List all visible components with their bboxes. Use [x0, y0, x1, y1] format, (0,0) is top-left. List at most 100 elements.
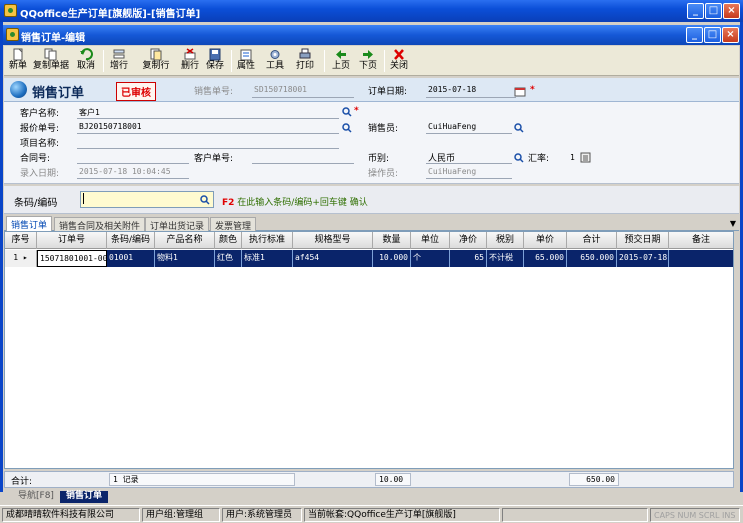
row-unit[interactable]: 个: [411, 250, 450, 267]
prev-page-button[interactable]: 上页: [330, 47, 352, 75]
search-icon[interactable]: [200, 195, 210, 205]
row-qty[interactable]: 10.000: [373, 250, 411, 267]
customer-field[interactable]: 客户1: [79, 107, 100, 118]
barcode-bar: 条码/编码 F2 在此输入条码/编码+回车键 确认: [4, 186, 739, 214]
properties-button[interactable]: 属性: [235, 47, 257, 75]
toolbar: 新单 复制单据 取消 增行 复制行 删行 保存 属性 工具 打印 上页 下页 关…: [4, 46, 739, 76]
col-order-no[interactable]: 订单号: [37, 232, 107, 249]
close-window-button[interactable]: ×: [723, 3, 740, 19]
col-color[interactable]: 颜色: [215, 232, 242, 249]
row-order-no[interactable]: 15071801001-00: [37, 250, 107, 267]
row-total[interactable]: 650.000: [567, 250, 617, 267]
barcode-hint: F2 在此输入条码/编码+回车键 确认: [222, 198, 368, 208]
tab-sales-order[interactable]: 销售订单: [6, 216, 53, 231]
calendar-icon[interactable]: [514, 86, 526, 97]
doc-close-button[interactable]: ×: [722, 27, 739, 43]
operator-value: CuiHuaFeng: [428, 167, 477, 176]
rate-label: 汇率:: [528, 154, 550, 164]
row-product[interactable]: 物料1: [155, 250, 215, 267]
operator-label: 操作员:: [368, 169, 399, 179]
col-standard[interactable]: 执行标准: [242, 232, 293, 249]
col-remark[interactable]: 备注: [669, 232, 733, 249]
delete-row-button[interactable]: 删行: [179, 47, 201, 75]
row-seq: 1 ▸: [5, 250, 37, 267]
search-icon[interactable]: [514, 153, 524, 163]
order-no-label: 销售单号:: [194, 87, 234, 97]
save-icon: [209, 48, 221, 61]
row-net-price[interactable]: 65: [450, 250, 487, 267]
arrow-right-icon: [363, 50, 373, 59]
cancel-button[interactable]: 取消: [74, 47, 98, 75]
rate-field[interactable]: 1: [570, 153, 575, 162]
close-button[interactable]: 关闭: [388, 47, 410, 75]
copy-row-button[interactable]: 复制行: [142, 47, 170, 75]
order-no-value: SD150718001: [254, 85, 307, 94]
customer-no-label: 客户单号:: [194, 154, 234, 164]
row-price[interactable]: 65.000: [524, 250, 567, 267]
search-icon[interactable]: [514, 123, 524, 133]
add-row-icon: [113, 49, 125, 59]
col-net-price[interactable]: 净价: [450, 232, 487, 249]
nav-guide-tab[interactable]: 导航[F8]: [12, 491, 60, 503]
tools-button[interactable]: 工具: [263, 47, 287, 75]
date-value[interactable]: 2015-07-18: [428, 85, 476, 94]
document-title: 销售订单-编辑: [21, 33, 86, 44]
col-tax[interactable]: 税别: [487, 232, 524, 249]
maximize-button[interactable]: □: [705, 3, 722, 19]
quote-field[interactable]: BJ20150718001: [79, 122, 142, 131]
col-unit[interactable]: 单位: [411, 232, 450, 249]
order-form: 客户名称: 客户1 * 报价单号: BJ20150718001 销售员: Cui…: [4, 102, 739, 184]
document-title-bar: 销售订单-编辑 _ □ ×: [3, 25, 740, 45]
table-row[interactable]: 1 ▸ 15071801001-00 01001 物料1 红色 标准1 af45…: [5, 250, 733, 267]
doc-maximize-button[interactable]: □: [704, 27, 721, 43]
row-tax[interactable]: 不计税: [487, 250, 524, 267]
search-icon[interactable]: [342, 107, 352, 117]
printer-icon: [299, 48, 311, 59]
col-qty[interactable]: 数量: [373, 232, 411, 249]
row-spec[interactable]: af454: [293, 250, 373, 267]
doc-minimize-button[interactable]: _: [686, 27, 703, 43]
row-due-date[interactable]: 2015-07-18: [617, 250, 669, 267]
add-row-button[interactable]: 增行: [108, 47, 130, 75]
undo-icon: [80, 48, 93, 61]
new-doc-icon: [13, 48, 23, 61]
window-title: QQoffice生产订单[旗舰版]-[销售订单]: [20, 9, 201, 20]
order-header: 销售订单 已审核 销售单号: SD150718001 订单日期: 2015-07…: [4, 78, 739, 102]
tab-shipment-records[interactable]: 订单出货记录: [145, 217, 210, 232]
salesperson-field[interactable]: CuiHuaFeng: [428, 122, 476, 131]
navigation-tabs: 导航[F8] 销售订单: [4, 491, 739, 504]
minimize-button[interactable]: _: [687, 3, 704, 19]
delete-row-icon: [184, 48, 196, 60]
col-price[interactable]: 单价: [524, 232, 567, 249]
row-standard[interactable]: 标准1: [242, 250, 293, 267]
next-page-button[interactable]: 下页: [357, 47, 379, 75]
total-qty: 10.00: [375, 473, 411, 486]
save-button[interactable]: 保存: [204, 47, 226, 75]
new-button[interactable]: 新单: [7, 47, 29, 75]
contract-label: 合同号:: [20, 154, 51, 164]
project-label: 项目名称:: [20, 139, 60, 149]
copy-order-button[interactable]: 复制单据: [32, 47, 70, 75]
col-total[interactable]: 合计: [567, 232, 617, 249]
search-icon[interactable]: [342, 123, 352, 133]
document-icon: [6, 28, 19, 41]
properties-icon: [240, 49, 252, 61]
row-color[interactable]: 红色: [215, 250, 242, 267]
total-amount: 650.00: [569, 473, 619, 486]
col-due-date[interactable]: 预交日期: [617, 232, 669, 249]
tab-invoice-management[interactable]: 发票管理: [210, 217, 257, 232]
row-remark[interactable]: [669, 250, 733, 267]
tab-scroll-icon[interactable]: ▼: [730, 219, 736, 228]
calculator-icon[interactable]: [580, 152, 591, 163]
row-code[interactable]: 01001: [107, 250, 155, 267]
print-button[interactable]: 打印: [290, 47, 320, 75]
nav-current-tab[interactable]: 销售订单: [60, 491, 109, 503]
col-seq[interactable]: 序号: [5, 232, 37, 249]
page-title: 销售订单: [32, 86, 85, 101]
barcode-input[interactable]: [80, 191, 214, 208]
tab-contract-attachments[interactable]: 销售合同及相关附件: [54, 217, 146, 232]
col-product[interactable]: 产品名称: [155, 232, 215, 249]
status-company: 成都晴晴软件科技有限公司: [2, 508, 140, 522]
col-spec[interactable]: 规格型号: [293, 232, 373, 249]
col-code[interactable]: 条码/编码: [107, 232, 155, 249]
